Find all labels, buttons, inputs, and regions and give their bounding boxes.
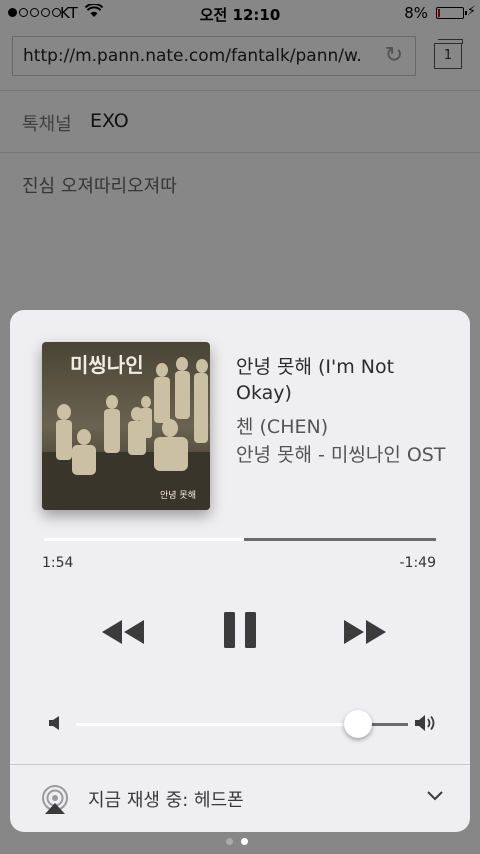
page-indicator	[226, 838, 248, 845]
artist-name: 첸 (CHEN)	[236, 416, 329, 438]
pause-icon	[224, 612, 256, 648]
album-artwork: 미씽나인 안녕 못해	[42, 342, 210, 510]
airplay-icon[interactable]	[40, 784, 70, 814]
fast-forward-icon	[344, 620, 386, 644]
elapsed-time: 1:54	[42, 555, 74, 571]
volume-knob[interactable]	[344, 710, 373, 738]
volume-slider[interactable]	[76, 710, 408, 738]
rewind-icon	[102, 620, 144, 644]
volume-high-icon	[415, 715, 435, 731]
volume-low-icon	[49, 716, 59, 730]
chevron-down-icon[interactable]	[426, 790, 444, 802]
song-title: 안녕 못해 (I'm Not Okay)	[236, 356, 395, 404]
page-dot	[226, 838, 233, 845]
now-playing-card: 미씽나인 안녕 못해 안녕 못해 (I'm Not Okay) 첸 (CHEN)…	[10, 310, 470, 832]
scrubber-progress	[44, 538, 244, 541]
playback-scrubber[interactable]	[44, 538, 436, 541]
artwork-caption: 안녕 못해	[160, 490, 196, 501]
audio-output-label[interactable]: 지금 재생 중: 헤드폰	[88, 786, 244, 812]
page-dot-active	[241, 838, 248, 845]
artwork-title: 미씽나인	[70, 353, 144, 377]
fast-forward-button[interactable]	[334, 612, 394, 652]
album-name: 안녕 못해 - 미씽나인 OST	[236, 444, 446, 466]
volume-level	[76, 723, 359, 726]
remaining-time: -1:49	[399, 555, 437, 571]
pause-button[interactable]	[216, 606, 264, 654]
rewind-button[interactable]	[94, 612, 154, 652]
divider	[10, 764, 470, 765]
